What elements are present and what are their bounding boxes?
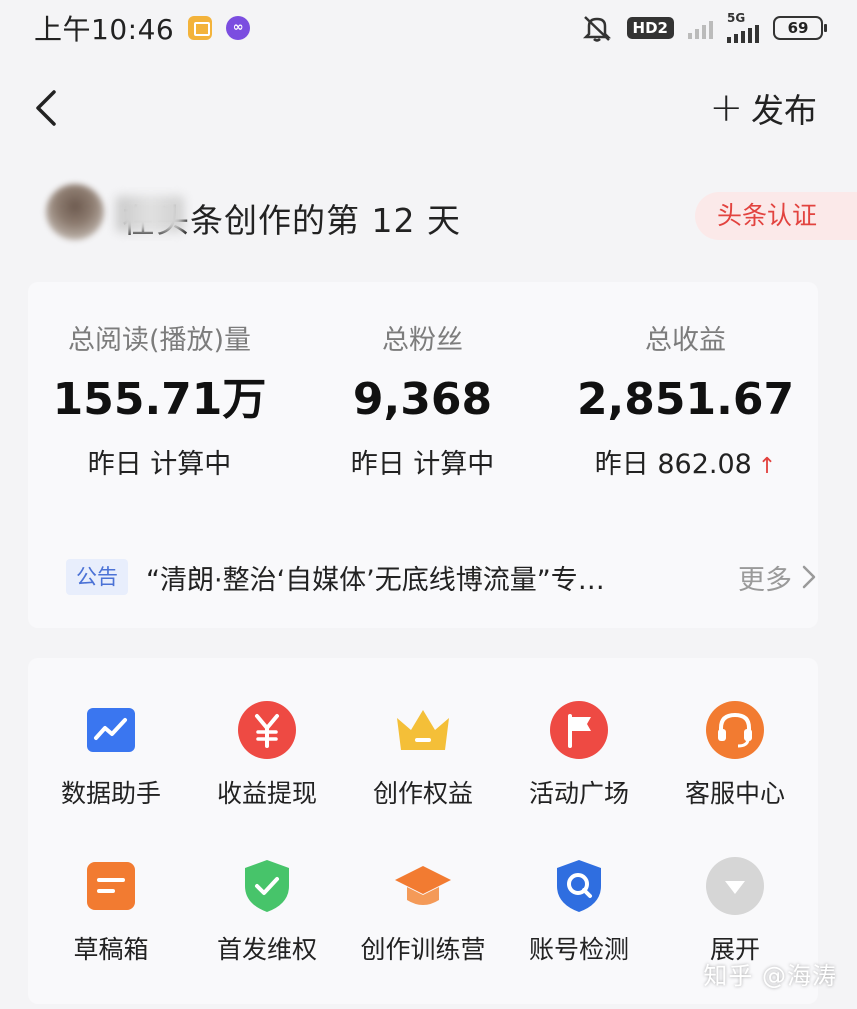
status-indicators: HD2 5G 69	[581, 11, 827, 43]
tool-label: 收益提现	[216, 779, 317, 808]
tool-label: 创作权益	[372, 779, 473, 808]
tool-label: 数据助手	[60, 779, 161, 808]
tool-original-protection[interactable]: 首发维权	[189, 856, 345, 986]
stat-value: 155.71万	[52, 374, 267, 425]
tool-label: 客服中心	[684, 779, 785, 808]
stat-sub: 昨日 计算中	[87, 449, 232, 480]
stat-label: 总阅读(播放)量	[67, 325, 252, 356]
tool-customer-service[interactable]: 客服中心	[657, 700, 813, 830]
tool-creator-benefits[interactable]: 创作权益	[345, 700, 501, 830]
battery-icon: 69	[773, 16, 827, 40]
mute-bell-icon	[582, 16, 611, 42]
network-type: 5G	[727, 11, 746, 25]
notice-row[interactable]: 公告 “清朗·整治‘自媒体’无底线博流量”专… 更多	[66, 554, 818, 600]
tool-drafts[interactable]: 草稿箱	[33, 856, 189, 986]
nav-bar: + 发布	[0, 76, 857, 140]
creator-row: 在头条创作的第 12 天 头条认证	[0, 180, 857, 252]
watermark: 知乎 @海涛	[703, 962, 837, 990]
tool-label: 草稿箱	[73, 935, 149, 964]
tool-label: 创作训练营	[360, 935, 486, 964]
status-time: 上午10:46	[34, 13, 175, 46]
verify-button[interactable]: 头条认证	[695, 192, 857, 240]
tool-activity-square[interactable]: 活动广场	[501, 700, 657, 830]
publish-label: 发布	[751, 91, 817, 130]
publish-button[interactable]: + 发布	[709, 86, 817, 130]
flag-icon	[549, 700, 609, 760]
notification-link-icon: ∞	[226, 16, 251, 40]
chart-icon	[81, 700, 141, 760]
stat-total-fans[interactable]: 总粉丝 9,368 昨日 计算中	[291, 282, 554, 480]
expand-icon	[705, 856, 765, 916]
chevron-right-icon	[802, 565, 816, 589]
stat-total-reads[interactable]: 总阅读(播放)量 155.71万 昨日 计算中	[28, 282, 291, 480]
blurred-name	[116, 196, 184, 232]
signal-weak-icon	[688, 17, 713, 39]
graduation-cap-icon	[393, 856, 453, 916]
more-label: 更多	[738, 564, 792, 596]
stats-card: 总阅读(播放)量 155.71万 昨日 计算中 总粉丝 9,368 昨日 计算中…	[28, 282, 818, 628]
more-link[interactable]: 更多	[738, 558, 818, 597]
avatar[interactable]	[46, 184, 104, 240]
signal-strong-icon	[727, 25, 759, 43]
stat-label: 总收益	[645, 325, 726, 356]
notification-app-icon	[188, 16, 213, 40]
stat-label: 总粉丝	[382, 325, 463, 356]
tool-training-camp[interactable]: 创作训练营	[345, 856, 501, 986]
tool-data-assistant[interactable]: 数据助手	[33, 700, 189, 830]
shield-search-icon	[549, 856, 609, 916]
tool-label: 账号检测	[528, 935, 629, 964]
notice-tag: 公告	[66, 559, 128, 595]
stat-value: 9,368	[352, 374, 493, 425]
notice-text: “清朗·整治‘自媒体’无底线博流量”专…	[146, 564, 605, 596]
status-bar: 上午10:46 ∞ HD2 5G 69	[0, 0, 857, 56]
tool-label: 首发维权	[216, 935, 317, 964]
draft-icon	[81, 856, 141, 916]
tools-card: 数据助手 收益提现 创作权益 活动广场 客服中心 草稿箱 首发维权 创作训练营 …	[28, 658, 818, 1004]
crown-icon	[393, 700, 453, 760]
signal-5g: 5G	[727, 11, 759, 43]
stat-value: 2,851.67	[576, 374, 795, 425]
stat-sub-row: 昨日 862.08 ↑	[554, 442, 817, 480]
shield-check-icon	[237, 856, 297, 916]
yuan-icon	[237, 700, 297, 760]
hd-badge: HD2	[626, 17, 674, 39]
stat-total-income[interactable]: 总收益 2,851.67 昨日 862.08 ↑	[554, 282, 817, 480]
headset-icon	[705, 700, 765, 760]
tool-account-check[interactable]: 账号检测	[501, 856, 657, 986]
tool-income-withdraw[interactable]: 收益提现	[189, 700, 345, 830]
stat-sub: 昨日 862.08	[594, 449, 752, 480]
back-button[interactable]	[30, 86, 66, 130]
stat-sub: 昨日 计算中	[350, 449, 495, 480]
tool-label: 活动广场	[528, 779, 629, 808]
trend-up-icon: ↑	[757, 454, 777, 479]
chevron-left-icon	[36, 90, 56, 126]
plus-icon: +	[709, 85, 743, 131]
